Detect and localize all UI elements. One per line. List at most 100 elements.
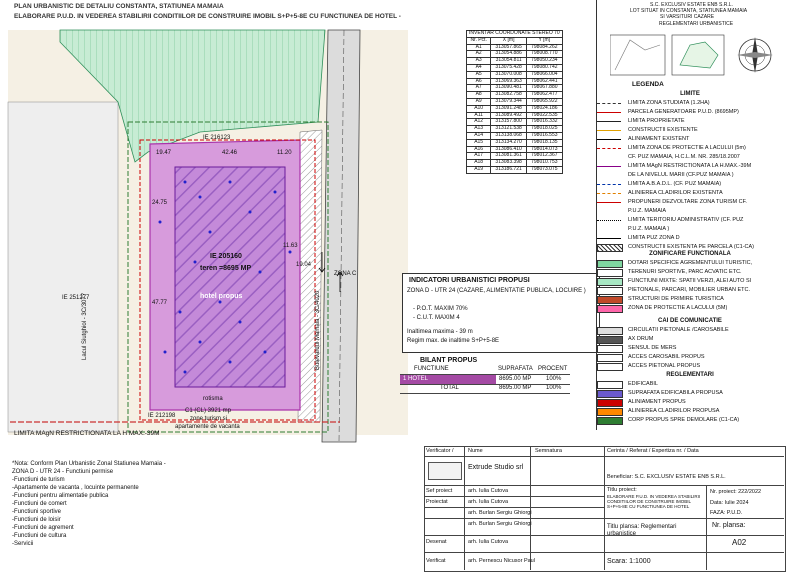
plan-ie-main: IE 205160 (210, 253, 242, 260)
dim-1: 42.46 (222, 150, 238, 156)
lot-left (7, 101, 119, 433)
indicators-title: INDICATORI URBANISTICI PROPUSI (409, 277, 530, 284)
dim-3: 19.04 (296, 262, 312, 268)
tb-nr-plansa: A02 (732, 538, 747, 547)
legend-item: ACCES PIETONAL PROPUS (597, 362, 783, 371)
note-line: -Functiuni de comert (12, 501, 67, 507)
compass-and-map (610, 34, 773, 76)
note-line: *Nota: Conform Plan Urbanistic Zonal Sta… (12, 461, 166, 467)
bilant-title: BILANT PROPUS (420, 357, 478, 364)
note-line: -Apartamente de vacanta , locuinte perma… (12, 485, 139, 491)
bilant-row-0-name: 1 HOTEL (403, 376, 429, 382)
coord-row: A19 313186.721 798073.075 (465, 165, 563, 174)
tb-desenat-role: Desenat (426, 539, 447, 545)
tb-proiectat-role: Proiectat (426, 499, 448, 505)
indicators-pot: - P.O.T. MAXIM 70% (413, 306, 468, 312)
legend-item: CIRCULATII PIETONALE /CAROSABILE (597, 326, 783, 335)
header-line-1: PLAN URBANISTIC DE DETALIU CONSTANTA, ST… (14, 3, 224, 10)
legend-swatch (597, 184, 621, 185)
legend-swatch (597, 381, 623, 389)
legend-item: FUNCTIUNI MIXTE: SPATII VERZI, ALEI AUTO… (597, 277, 783, 286)
legend-swatch (597, 220, 621, 221)
legend-swatch (597, 345, 623, 353)
plan-hotel-label: hotel propus (200, 293, 243, 300)
tb-name-2: arh. Iulia Cutova (468, 499, 509, 505)
legend-swatch (597, 305, 623, 313)
plan-ie-top: IE 216123 (203, 135, 231, 141)
legend-item: CF. PUZ MAMAIA, H.C.L.M. NR. 285/18.2007 (597, 153, 783, 162)
tb-name-4: arh. Burlan Sergiu Ghiorgi (468, 521, 532, 527)
legend-label: LIMITA MAgN RESTRICTIONATA LA H.MAX.-39M (628, 163, 752, 169)
dim-2: 11.20 (277, 150, 292, 156)
legend-label: P.U.Z. MAMAIA ) (628, 226, 670, 232)
legend-label: ALINIAMENT PROPUS (628, 399, 686, 405)
legend-label: STRUCTURI DE PRIMIRE TURISTICA (628, 296, 724, 302)
tb-semnatura: Semnatura (535, 448, 562, 454)
legend-label: SUPRAFATA EDIFICABILA PROPUSA (628, 390, 723, 396)
legend-label: CONSTRUCTII EXISTENTA PE PARCELA (C1-CA) (628, 244, 755, 250)
legend-label: PIETONALE, PARCARI, MOBILIER URBAN ETC. (628, 287, 751, 293)
tb-name-3: arh. Burlan Sergiu Ghiorgi (468, 510, 532, 516)
legend-item: P.U.Z. MAMAIA ) (597, 225, 783, 234)
legend-item: CORP PROPUS SPRE DEMOLARE (C1-CA) (597, 416, 783, 425)
bilant-row-1-pct: 100% (546, 385, 562, 391)
legend-item: ZONA DE PROTECTIE A LACULUI (5M) (597, 304, 783, 313)
street-label-right: Bulevardul Mamaia - 3C/4020 (315, 290, 321, 370)
legend-label: LIMITA TERITORIU ADMINISTRATIV (CF. PUZ (628, 217, 744, 223)
legend-swatch (597, 287, 623, 295)
bilant-header-1: SUPRAFATA (498, 366, 533, 372)
legend-label: PROPUNERI DEZVOLTARE ZONA TURISM CF. (628, 199, 747, 205)
legend-label: ALINIAMENT EXISTENT (628, 136, 690, 142)
tb-titlu-plansa: Titlu plansa: Reglementari urbanistice (607, 524, 677, 537)
coord-cell: A19 (465, 165, 492, 174)
dim-6: 47.77 (152, 300, 168, 306)
legend-section-zonificare: ZONIFICARE FUNCTIONALA (649, 251, 731, 257)
legend-swatch (597, 121, 621, 122)
legend-swatch (597, 166, 621, 167)
legend-item: DE LA NIVELUL MARII (CF.PUZ MAMAIA ) (597, 171, 783, 180)
legend-item: AX DRUM (597, 335, 783, 344)
legend-swatch (597, 260, 623, 268)
bilant-row-1-area: 8695.00 MP (499, 385, 532, 391)
legend-label: LIMITA ZONA DE PROTECTIE A LACULUI (5m) (628, 145, 746, 151)
legend-swatch (597, 139, 621, 140)
legend-item: ALINIAMENT EXISTENT (597, 135, 783, 144)
note-block: *Nota: Conform Plan Urbanistic Zonal Sta… (12, 460, 166, 548)
plan-c1: C1 (CL) 3921 mp (185, 408, 232, 414)
legend-swatch (597, 238, 621, 239)
tb-titlu-proiect: Titlu proiect: (607, 487, 637, 493)
legend-swatch (597, 327, 623, 335)
tb-beneficiar: Beneficiar: S.C. EXCLUSIV ESTATE ENB S.R… (607, 474, 726, 480)
legend-label: CONSTRUCTII EXISTENTE (628, 127, 698, 133)
legend-label: LIMITA PUZ ZONA D (628, 235, 680, 241)
legend-label: CF. PUZ MAMAIA, H.C.L.M. NR. 285/18.2007 (628, 154, 740, 160)
owner-line3: SI VARSITURI CAZARE (660, 14, 715, 20)
street-label-left: Lacul Siutghiol - 3C/3077 (82, 292, 88, 360)
legend-item: ALINIEREA CLADIRILOR PROPUSA (597, 407, 783, 416)
legend-swatch (597, 112, 621, 113)
site-plan-map (7, 29, 408, 443)
tb-nr-proiect: Nr. proiect: 222/2022 (710, 489, 762, 495)
tb-company: Extrude Studio srl (468, 464, 524, 471)
legend-item: PARCELA GENERATOARE P.U.D. (8695MP) (597, 108, 783, 117)
legend-swatch (597, 202, 621, 203)
tb-name-1: arh. Iulia Cutova (468, 488, 509, 494)
legend-label: LIMITA A.B.A.D.L. (CF. PUZ MAMAIA) (628, 181, 722, 187)
coord-cell: 798073.075 (525, 165, 563, 174)
legend-label: FUNCTIUNI MIXTE: SPATII VERZI, ALEI AUTO… (628, 278, 752, 284)
dim-5: 11.63 (283, 243, 298, 249)
legend-item: ALINIAMENT PROPUS (597, 398, 783, 407)
tb-faza: FAZA: P.U.D. (710, 510, 743, 516)
plan-teren: teren =8695 MP (200, 265, 252, 272)
legend-swatch (597, 354, 623, 362)
note-line: -Functiuni de cultura (12, 533, 67, 539)
legend-swatch (597, 363, 623, 371)
tb-nr-plansa-label: Nr. plansa: (712, 522, 746, 529)
legend-item: LIMITA PROPRIETATE (597, 117, 783, 126)
legend-item: DOTARI SPECIFICE AGREMENTULUI TURISTIC, (597, 259, 783, 268)
note-line: ZONA D - UTR 24 - Functiuni permise (12, 469, 114, 475)
legend-item: ACCES CAROSABIL PROPUS (597, 353, 783, 362)
legend-label: P.U.Z. MAMAIA (628, 208, 667, 214)
legend-swatch (597, 390, 623, 398)
legend-label: LIMITA PROPRIETATE (628, 118, 685, 124)
